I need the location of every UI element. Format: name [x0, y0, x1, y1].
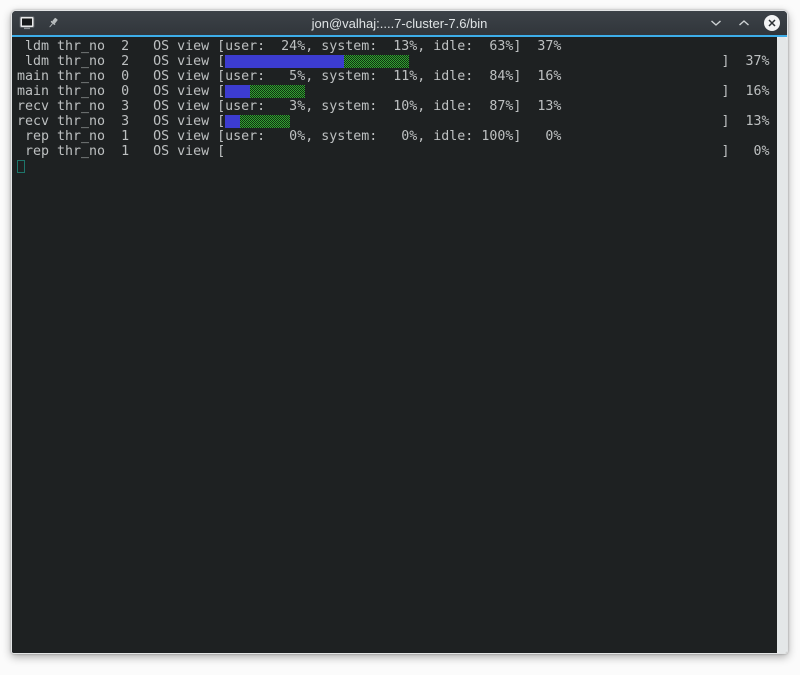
- row-text: recv thr_no 3 OS view [user: 3%, system:…: [17, 99, 561, 114]
- cpu-bar: [225, 85, 721, 98]
- row-prefix: recv thr_no 3 OS view [: [17, 114, 225, 129]
- row-text: rep thr_no 1 OS view [user: 0%, system: …: [17, 129, 561, 144]
- scrollbar-thumb[interactable]: [777, 37, 787, 653]
- row-text: ldm thr_no 2 OS view [user: 24%, system:…: [17, 39, 561, 54]
- maximize-button[interactable]: [735, 14, 753, 32]
- row-suffix: ] 16%: [721, 84, 769, 99]
- terminal-content[interactable]: ldm thr_no 2 OS view [user: 24%, system:…: [12, 37, 777, 653]
- row-text: main thr_no 0 OS view [user: 5%, system:…: [17, 69, 561, 84]
- close-button[interactable]: [763, 14, 781, 32]
- terminal-row: ldm thr_no 2 OS view [user: 24%, system:…: [17, 39, 777, 54]
- terminal-row: main thr_no 0 OS view [ ] 16%: [17, 84, 777, 99]
- cpu-bar: [225, 115, 721, 128]
- terminal-row: rep thr_no 1 OS view [ ] 0%: [17, 144, 777, 159]
- terminal-row: [17, 159, 777, 174]
- terminal-row: main thr_no 0 OS view [user: 5%, system:…: [17, 69, 777, 84]
- terminal-row: recv thr_no 3 OS view [user: 3%, system:…: [17, 99, 777, 114]
- cpu-bar: [225, 55, 721, 68]
- terminal-cursor: [17, 160, 25, 173]
- cpu-bar-system: [344, 55, 409, 68]
- terminal-row: recv thr_no 3 OS view [ ] 13%: [17, 114, 777, 129]
- terminal-window: jon@valhaj:....7-cluster-7.6/bin: [11, 10, 788, 654]
- row-prefix: ldm thr_no 2 OS view [: [17, 54, 225, 69]
- window-title: jon@valhaj:....7-cluster-7.6/bin: [12, 16, 787, 31]
- cpu-bar-user: [225, 115, 240, 128]
- row-suffix: ] 37%: [721, 54, 769, 69]
- terminal-row: ldm thr_no 2 OS view [ ] 37%: [17, 54, 777, 69]
- cpu-bar-user: [225, 55, 344, 68]
- terminal-row: rep thr_no 1 OS view [user: 0%, system: …: [17, 129, 777, 144]
- scrollbar[interactable]: [777, 37, 787, 653]
- cpu-bar: [225, 145, 721, 158]
- row-suffix: ] 13%: [721, 114, 769, 129]
- row-prefix: rep thr_no 1 OS view [: [17, 144, 225, 159]
- row-prefix: main thr_no 0 OS view [: [17, 84, 225, 99]
- cpu-bar-system: [240, 115, 290, 128]
- titlebar[interactable]: jon@valhaj:....7-cluster-7.6/bin: [12, 11, 787, 35]
- cpu-bar-user: [225, 85, 250, 98]
- pin-icon[interactable]: [44, 14, 62, 32]
- minimize-button[interactable]: [707, 14, 725, 32]
- cpu-bar-system: [250, 85, 305, 98]
- row-suffix: ] 0%: [721, 144, 769, 159]
- terminal-app-icon[interactable]: [18, 14, 36, 32]
